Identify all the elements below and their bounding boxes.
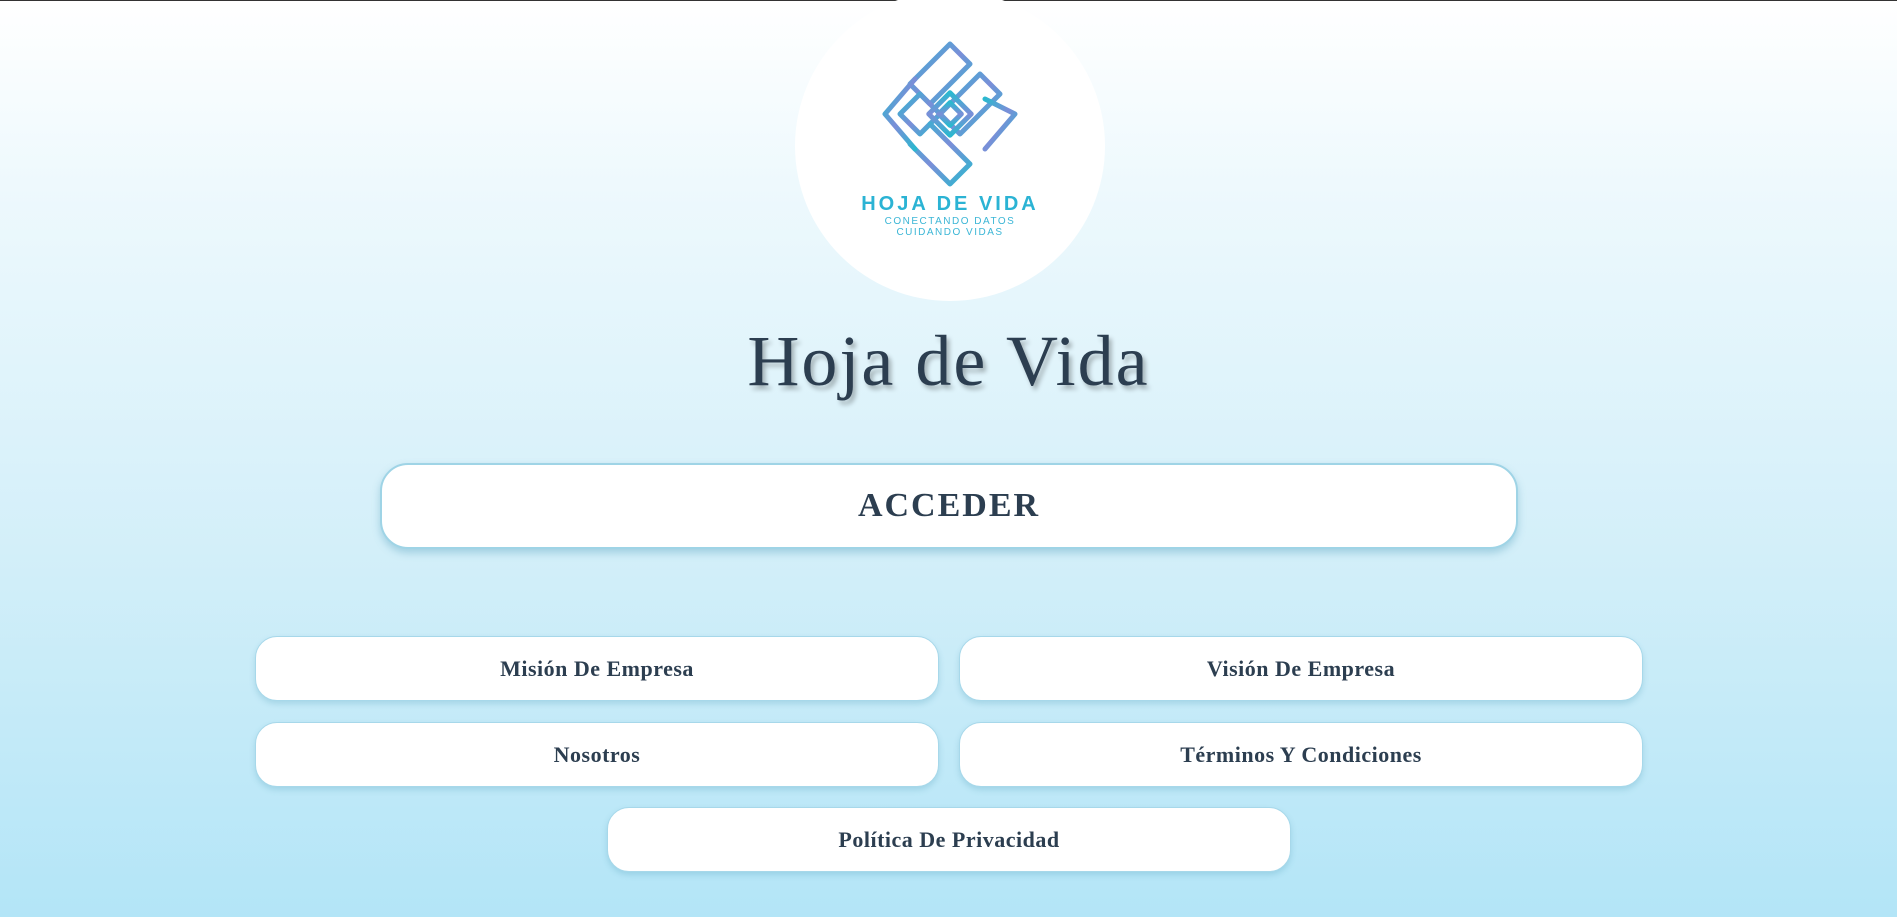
logo-tagline-line2: CUIDANDO VIDAS (896, 227, 1004, 238)
vision-empresa-button[interactable]: Visión De Empresa (959, 636, 1643, 701)
mision-empresa-button[interactable]: Misión De Empresa (255, 636, 939, 701)
page-title: Hoja de Vida (747, 321, 1150, 401)
acceder-button[interactable]: ACCEDER (380, 463, 1518, 549)
politica-privacidad-button[interactable]: Política De Privacidad (607, 807, 1291, 872)
logo-title: HOJA DE VIDA (861, 193, 1039, 215)
hoja-de-vida-logo-icon (882, 41, 1018, 187)
nosotros-button[interactable]: Nosotros (255, 722, 939, 787)
logo: HOJA DE VIDA CONECTANDO DATOS CUIDANDO V… (795, 0, 1105, 301)
terminos-condiciones-button[interactable]: Términos Y Condiciones (959, 722, 1643, 787)
logo-tagline-line1: CONECTANDO DATOS (884, 216, 1016, 227)
